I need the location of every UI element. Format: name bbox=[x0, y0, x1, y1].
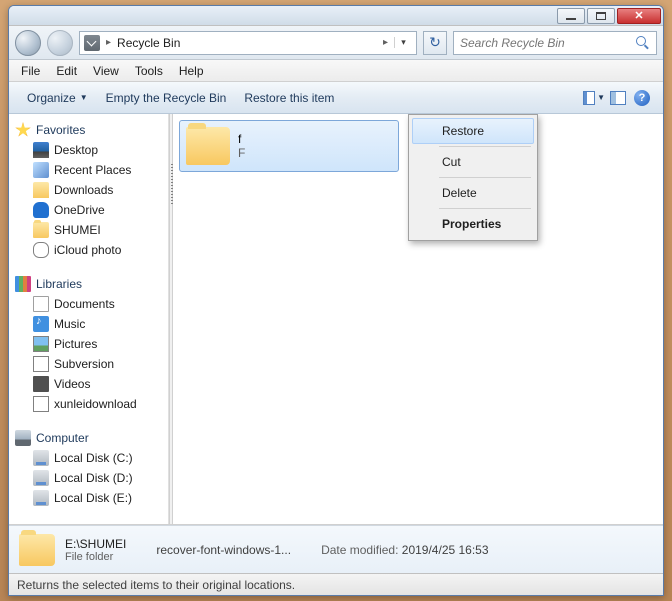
details-pane: E:\SHUMEI File folder recover-font-windo… bbox=[9, 525, 663, 573]
file-list-pane[interactable]: f F Restore Cut Delete Properties bbox=[173, 114, 663, 524]
search-box[interactable] bbox=[453, 31, 657, 55]
content-area: Favorites Desktop Recent Places Download… bbox=[9, 114, 663, 525]
context-sep bbox=[439, 177, 531, 178]
libraries-header[interactable]: Libraries bbox=[11, 274, 166, 294]
status-bar: Returns the selected items to their orig… bbox=[9, 573, 663, 595]
sidebar-item-desktop[interactable]: Desktop bbox=[11, 140, 166, 160]
navigation-pane: Favorites Desktop Recent Places Download… bbox=[9, 114, 169, 524]
menu-bar: File Edit View Tools Help bbox=[9, 60, 663, 82]
context-sep bbox=[439, 208, 531, 209]
pictures-icon bbox=[33, 336, 49, 352]
sidebar-item-subversion[interactable]: Subversion bbox=[11, 354, 166, 374]
menu-view[interactable]: View bbox=[85, 61, 127, 81]
music-icon bbox=[33, 316, 49, 332]
forward-button[interactable] bbox=[47, 30, 73, 56]
sidebar-item-icloud[interactable]: iCloud photo bbox=[11, 240, 166, 260]
back-button[interactable] bbox=[15, 30, 41, 56]
breadcrumb-sep: ▸ bbox=[104, 37, 113, 48]
sidebar-item-xunlei[interactable]: xunleidownload bbox=[11, 394, 166, 414]
library-icon bbox=[15, 276, 31, 292]
empty-recycle-bin-button[interactable]: Empty the Recycle Bin bbox=[98, 87, 235, 109]
sidebar-item-documents[interactable]: Documents bbox=[11, 294, 166, 314]
context-menu: Restore Cut Delete Properties bbox=[408, 114, 538, 241]
disk-icon bbox=[33, 450, 49, 466]
sidebar-item-disk-c[interactable]: Local Disk (C:) bbox=[11, 448, 166, 468]
desktop-icon bbox=[33, 142, 49, 158]
search-input[interactable] bbox=[460, 36, 636, 50]
onedrive-icon bbox=[33, 202, 49, 218]
sidebar-item-music[interactable]: Music bbox=[11, 314, 166, 334]
star-icon bbox=[15, 122, 31, 138]
maximize-button[interactable] bbox=[587, 8, 615, 24]
view-options-button[interactable]: ▼ bbox=[583, 87, 605, 109]
recycle-bin-icon bbox=[84, 35, 100, 51]
organize-button[interactable]: Organize▼ bbox=[19, 87, 96, 109]
document-icon bbox=[33, 296, 49, 312]
recent-icon bbox=[33, 162, 49, 178]
address-location[interactable]: Recycle Bin bbox=[117, 36, 377, 50]
menu-tools[interactable]: Tools bbox=[127, 61, 171, 81]
context-restore[interactable]: Restore bbox=[412, 118, 534, 144]
cloud-icon bbox=[33, 242, 49, 258]
sidebar-item-disk-e[interactable]: Local Disk (E:) bbox=[11, 488, 166, 508]
preview-pane-button[interactable] bbox=[607, 87, 629, 109]
command-bar: Organize▼ Empty the Recycle Bin Restore … bbox=[9, 82, 663, 114]
downloads-icon bbox=[33, 182, 49, 198]
sidebar-item-recent[interactable]: Recent Places bbox=[11, 160, 166, 180]
search-icon[interactable] bbox=[636, 36, 650, 50]
file-item[interactable]: f F bbox=[179, 120, 399, 172]
context-sep bbox=[439, 146, 531, 147]
computer-header[interactable]: Computer bbox=[11, 428, 166, 448]
sidebar-item-shumei[interactable]: SHUMEI bbox=[11, 220, 166, 240]
sidebar-item-downloads[interactable]: Downloads bbox=[11, 180, 166, 200]
refresh-button[interactable]: ↻ bbox=[423, 31, 447, 55]
close-button[interactable]: ✕ bbox=[617, 8, 661, 24]
sidebar-item-onedrive[interactable]: OneDrive bbox=[11, 200, 166, 220]
context-properties[interactable]: Properties bbox=[412, 211, 534, 237]
details-modified-label: Date modified: bbox=[321, 543, 398, 557]
explorer-window: ✕ ▸ Recycle Bin ▸ ▾ ↻ File Edit View Too… bbox=[8, 5, 664, 596]
help-button[interactable]: ? bbox=[631, 87, 653, 109]
details-filename: recover-font-windows-1... bbox=[156, 543, 291, 557]
disk-icon bbox=[33, 490, 49, 506]
disk-icon bbox=[33, 470, 49, 486]
network-header[interactable]: Network bbox=[11, 522, 166, 524]
computer-icon bbox=[15, 430, 31, 446]
titlebar: ✕ bbox=[9, 6, 663, 26]
details-path: E:\SHUMEI bbox=[65, 537, 126, 551]
nav-bar: ▸ Recycle Bin ▸ ▾ ↻ bbox=[9, 26, 663, 60]
videos-icon bbox=[33, 376, 49, 392]
address-dropdown[interactable]: ▾ bbox=[394, 37, 412, 48]
breadcrumb-sep2[interactable]: ▸ bbox=[381, 37, 390, 48]
subversion-icon bbox=[33, 356, 49, 372]
menu-file[interactable]: File bbox=[13, 61, 48, 81]
status-text: Returns the selected items to their orig… bbox=[17, 578, 295, 592]
sidebar-item-pictures[interactable]: Pictures bbox=[11, 334, 166, 354]
menu-edit[interactable]: Edit bbox=[48, 61, 85, 81]
file-type: F bbox=[238, 146, 245, 160]
folder-icon bbox=[186, 127, 230, 165]
details-type: File folder bbox=[65, 551, 126, 563]
address-bar[interactable]: ▸ Recycle Bin ▸ ▾ bbox=[79, 31, 417, 55]
details-modified-value: 2019/4/25 16:53 bbox=[402, 543, 489, 557]
xunlei-icon bbox=[33, 396, 49, 412]
sidebar-item-videos[interactable]: Videos bbox=[11, 374, 166, 394]
restore-item-button[interactable]: Restore this item bbox=[236, 87, 342, 109]
minimize-button[interactable] bbox=[557, 8, 585, 24]
favorites-header[interactable]: Favorites bbox=[11, 120, 166, 140]
folder-icon bbox=[19, 534, 55, 566]
sidebar-item-disk-d[interactable]: Local Disk (D:) bbox=[11, 468, 166, 488]
context-cut[interactable]: Cut bbox=[412, 149, 534, 175]
context-delete[interactable]: Delete bbox=[412, 180, 534, 206]
file-name: f bbox=[238, 132, 245, 146]
menu-help[interactable]: Help bbox=[171, 61, 212, 81]
folder-icon bbox=[33, 222, 49, 238]
